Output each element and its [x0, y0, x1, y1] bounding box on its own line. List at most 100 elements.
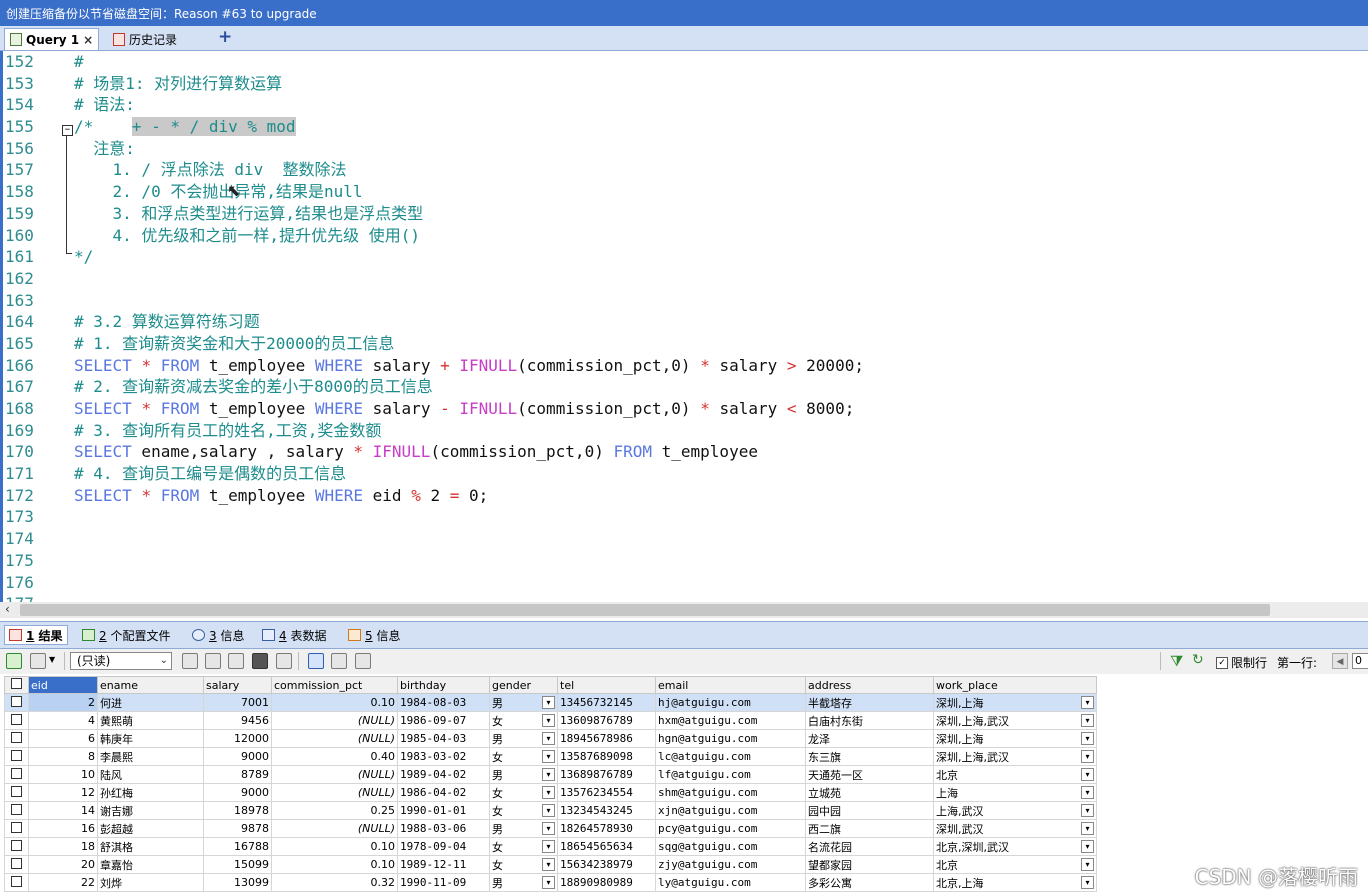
- table-row[interactable]: 14 谢吉娜 18978 0.25 1990-01-01 女 ▾ 13234543245 xjn…: [4, 801, 1097, 820]
- column-header-email[interactable]: email: [655, 676, 806, 694]
- row-checkbox[interactable]: [4, 837, 29, 856]
- cell-eid[interactable]: 16: [28, 819, 98, 838]
- cell-salary[interactable]: 9000: [203, 747, 272, 766]
- row-checkbox[interactable]: [4, 729, 29, 748]
- row-checkbox[interactable]: [4, 783, 29, 802]
- code-line[interactable]: 169 # 3. 查询所有员工的姓名,工资,奖金数额: [3, 420, 1368, 442]
- cell-commission_pct[interactable]: 0.32: [271, 873, 398, 892]
- cell-work_place[interactable]: 北京,上海 ▾: [933, 873, 1097, 892]
- tab-info[interactable]: 5 信息: [344, 625, 404, 645]
- chevron-down-icon[interactable]: ▾: [542, 786, 555, 799]
- chevron-down-icon[interactable]: ▾: [542, 750, 555, 763]
- chevron-down-icon[interactable]: ▾: [1081, 768, 1094, 781]
- cell-salary[interactable]: 9456: [203, 711, 272, 730]
- cell-commission_pct[interactable]: 0.10: [271, 837, 398, 856]
- cell-ename[interactable]: 彭超越: [97, 819, 204, 838]
- tab-results[interactable]: 1 结果: [4, 625, 68, 645]
- cell-ename[interactable]: 黄熙萌: [97, 711, 204, 730]
- cell-work_place[interactable]: 深圳,上海,武汉 ▾: [933, 711, 1097, 730]
- cell-gender[interactable]: 女 ▾: [489, 711, 558, 730]
- cell-select[interactable]: 深圳,上海,武汉 ▾: [936, 749, 1094, 765]
- copy-row-icon[interactable]: [205, 653, 221, 669]
- cell-select[interactable]: 男 ▾: [492, 821, 555, 837]
- reset-icon[interactable]: [276, 653, 292, 669]
- code-line[interactable]: 156 注意:: [3, 138, 1368, 160]
- code-line[interactable]: 160 4. 优先级和之前一样,提升优先级 使用(): [3, 225, 1368, 247]
- cell-eid[interactable]: 18: [28, 837, 98, 856]
- row-checkbox[interactable]: [4, 711, 29, 730]
- cell-gender[interactable]: 男 ▾: [489, 873, 558, 892]
- row-checkbox[interactable]: [4, 855, 29, 874]
- form-view-icon[interactable]: [331, 653, 347, 669]
- scroll-left-icon[interactable]: ‹: [5, 602, 10, 616]
- code-line[interactable]: 165 # 1. 查询薪资奖金和大于20000的员工信息: [3, 333, 1368, 355]
- column-header-birthday[interactable]: birthday: [397, 676, 490, 694]
- cell-email[interactable]: lf@atguigu.com: [655, 765, 806, 784]
- code-line[interactable]: 170 SELECT ename,salary , salary * IFNULL…: [3, 441, 1368, 463]
- cell-eid[interactable]: 6: [28, 729, 98, 748]
- first-row-input[interactable]: 0: [1352, 653, 1368, 669]
- cell-select[interactable]: 上海,武汉 ▾: [936, 803, 1094, 819]
- chevron-down-icon[interactable]: ▾: [542, 876, 555, 889]
- table-row[interactable]: 2 何进 7001 0.10 1984-08-03 男 ▾ 13456732145 hj@atg…: [4, 693, 1097, 712]
- chevron-down-icon[interactable]: ▾: [542, 822, 555, 835]
- cell-address[interactable]: 天通苑一区: [805, 765, 934, 784]
- chevron-down-icon[interactable]: ▾: [542, 732, 555, 745]
- row-checkbox[interactable]: [4, 693, 29, 712]
- cell-select[interactable]: 深圳,武汉 ▾: [936, 821, 1094, 837]
- result-grid[interactable]: eid ename salary commission_pct birthday gend…: [4, 676, 1100, 892]
- column-header-address[interactable]: address: [805, 676, 934, 694]
- cell-address[interactable]: 多彩公寓: [805, 873, 934, 892]
- cell-work_place[interactable]: 深圳,上海 ▾: [933, 693, 1097, 712]
- cell-birthday[interactable]: 1986-09-07: [397, 711, 490, 730]
- cell-salary[interactable]: 9000: [203, 783, 272, 802]
- chevron-down-icon[interactable]: ▾: [1081, 840, 1094, 853]
- save-grid-icon[interactable]: [182, 653, 198, 669]
- chevron-down-icon[interactable]: ▾: [1081, 714, 1094, 727]
- cell-email[interactable]: pcy@atguigu.com: [655, 819, 806, 838]
- chevron-down-icon[interactable]: ▾: [1081, 876, 1094, 889]
- cell-gender[interactable]: 男 ▾: [489, 693, 558, 712]
- table-row[interactable]: 20 章嘉怡 15099 0.10 1989-12-11 女 ▾ 15634238979 zjy…: [4, 855, 1097, 874]
- cell-salary[interactable]: 15099: [203, 855, 272, 874]
- cell-eid[interactable]: 8: [28, 747, 98, 766]
- delete-icon[interactable]: [252, 653, 268, 669]
- code-line[interactable]: 153 # 场景1: 对列进行算数运算: [3, 73, 1368, 95]
- fold-toggle-icon[interactable]: −: [62, 125, 73, 136]
- cell-select[interactable]: 男 ▾: [492, 731, 555, 747]
- chevron-down-icon[interactable]: ▾: [542, 714, 555, 727]
- edit-mode-select[interactable]: (只读) ⌄: [70, 652, 172, 670]
- cell-gender[interactable]: 女 ▾: [489, 855, 558, 874]
- cell-birthday[interactable]: 1986-04-02: [397, 783, 490, 802]
- cell-tel[interactable]: 13609876789: [557, 711, 656, 730]
- cell-tel[interactable]: 18945678986: [557, 729, 656, 748]
- cell-birthday[interactable]: 1978-09-04: [397, 837, 490, 856]
- tab-table-data[interactable]: 4 表数据: [258, 625, 330, 645]
- cell-salary[interactable]: 16788: [203, 837, 272, 856]
- cell-commission_pct[interactable]: (NULL): [271, 765, 398, 784]
- cell-tel[interactable]: 13234543245: [557, 801, 656, 820]
- row-checkbox[interactable]: [4, 819, 29, 838]
- code-line[interactable]: 163: [3, 290, 1368, 312]
- cell-gender[interactable]: 女 ▾: [489, 837, 558, 856]
- code-line[interactable]: 171 # 4. 查询员工编号是偶数的员工信息: [3, 463, 1368, 485]
- cell-email[interactable]: zjy@atguigu.com: [655, 855, 806, 874]
- chevron-down-icon[interactable]: ▾: [1081, 696, 1094, 709]
- cell-address[interactable]: 名流花园: [805, 837, 934, 856]
- chevron-down-icon[interactable]: ▾: [542, 858, 555, 871]
- code-line[interactable]: 161 */: [3, 246, 1368, 268]
- editor-horizontal-scrollbar[interactable]: ‹: [0, 602, 1368, 618]
- cell-select[interactable]: 上海 ▾: [936, 785, 1094, 801]
- cell-commission_pct[interactable]: (NULL): [271, 729, 398, 748]
- column-header-salary[interactable]: salary: [203, 676, 272, 694]
- cell-tel[interactable]: 13456732145: [557, 693, 656, 712]
- select-all-checkbox[interactable]: [4, 676, 29, 694]
- code-line[interactable]: 154 # 语法:: [3, 94, 1368, 116]
- cell-birthday[interactable]: 1989-12-11: [397, 855, 490, 874]
- cell-eid[interactable]: 2: [28, 693, 98, 712]
- cell-tel[interactable]: 15634238979: [557, 855, 656, 874]
- cell-address[interactable]: 立城苑: [805, 783, 934, 802]
- cell-gender[interactable]: 女 ▾: [489, 801, 558, 820]
- code-line[interactable]: 177: [3, 593, 1368, 602]
- cell-select[interactable]: 女 ▾: [492, 713, 555, 729]
